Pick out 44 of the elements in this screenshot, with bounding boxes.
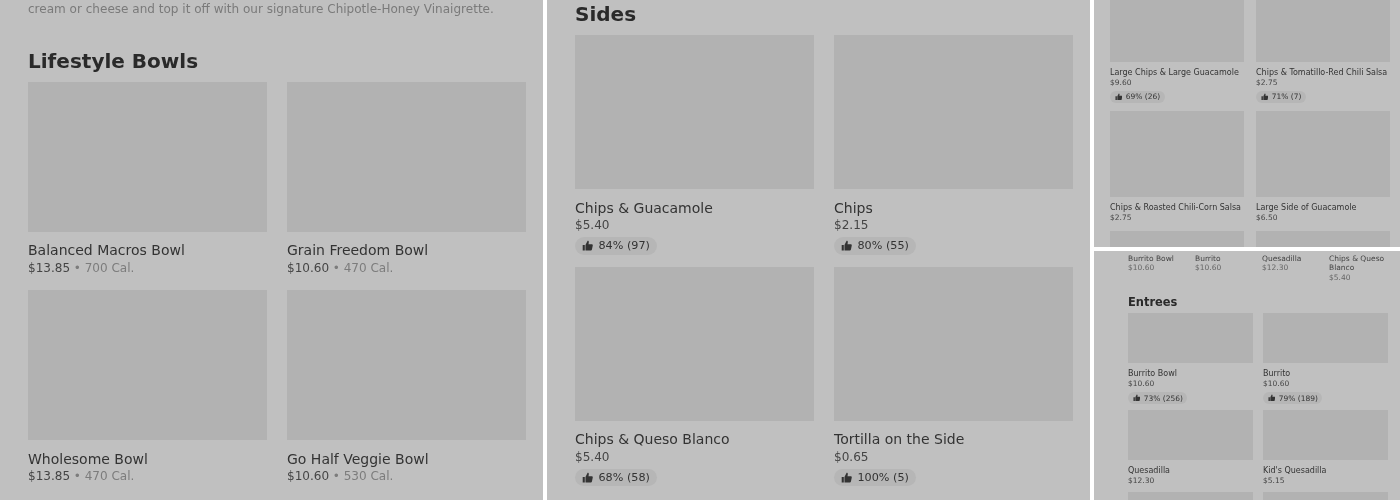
item-name[interactable]: Burrito Bowl <box>1128 369 1177 380</box>
item-name[interactable]: Quesadilla <box>1128 466 1170 477</box>
item-name[interactable]: Kid's Quesadilla <box>1263 466 1327 477</box>
item-price: $2.15 <box>834 217 869 234</box>
item-name[interactable]: Go Half Veggie Bowl <box>287 450 429 469</box>
rating-text: 68% (58) <box>598 471 650 485</box>
thumbs-up-icon <box>581 240 593 252</box>
item-name[interactable]: Wholesome Bowl <box>28 450 148 469</box>
calorie-count: • 470 Cal. <box>332 259 394 277</box>
item-name[interactable]: Grain Freedom Bowl <box>287 242 429 260</box>
thumbs-up-icon <box>1132 394 1140 402</box>
item-price: $13.85 <box>28 259 71 277</box>
thumbs-up-icon <box>1267 394 1275 402</box>
item-price: $10.60 <box>287 468 330 485</box>
item-name[interactable]: Chips & Queso Blanco <box>575 431 730 449</box>
item-name[interactable]: Large Chips & Large Guacamole <box>1110 68 1239 78</box>
item-price: $10.60 <box>287 259 330 277</box>
section-heading: Sides <box>575 2 638 27</box>
item-name[interactable]: Chips <box>834 199 873 217</box>
thumbs-up-icon <box>1114 93 1122 101</box>
item-name[interactable]: Chips & Guacamole <box>575 199 713 217</box>
calorie-count: • 700 Cal. <box>73 259 135 277</box>
item-name[interactable]: Balanced Macros Bowl <box>28 242 185 260</box>
item-name[interactable]: Burrito <box>1263 369 1291 380</box>
item-price: $13.85 <box>28 468 71 485</box>
thumbs-up-icon <box>1260 93 1268 101</box>
calorie-count: • 530 Cal. <box>332 468 394 485</box>
thumbs-up-icon <box>840 240 852 252</box>
section-heading: Entrees <box>1128 294 1179 309</box>
rating-text: 84% (97) <box>598 239 650 253</box>
thumbs-up-icon <box>840 471 852 484</box>
section-description: cream or cheese and top it off with our signature Chipotle-Honey Vinaigrette. <box>28 2 495 18</box>
item-name[interactable]: Chips & Tomatillo-Red Chili Salsa <box>1256 68 1388 78</box>
calorie-count: • 470 Cal. <box>73 468 135 485</box>
section-heading: Lifestyle Bowls <box>28 48 200 74</box>
item-name[interactable]: Large Side of Guacamole <box>1256 202 1357 213</box>
item-price: $5.40 <box>575 217 610 234</box>
thumbs-up-icon <box>581 471 593 484</box>
rating-text: 80% (55) <box>857 239 909 253</box>
item-name[interactable]: Chips & Roasted Chili-Corn Salsa <box>1110 202 1242 213</box>
item-price: $5.40 <box>575 448 610 465</box>
rating-text: 100% (5) <box>857 471 909 485</box>
item-name[interactable]: Tortilla on the Side <box>834 431 965 449</box>
item-price: $0.65 <box>834 448 869 465</box>
